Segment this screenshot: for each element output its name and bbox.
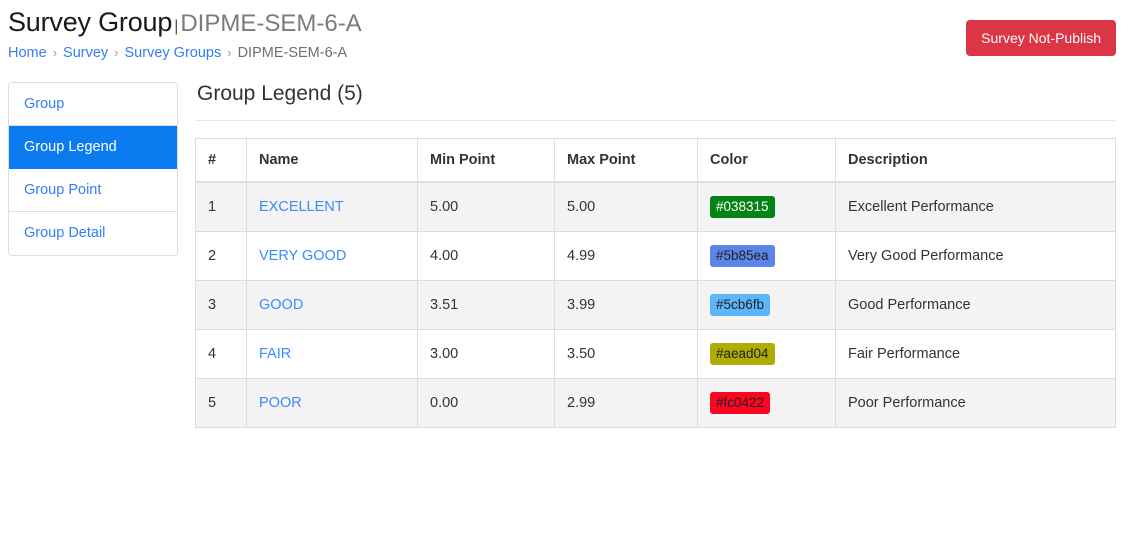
legend-name-link[interactable]: FAIR <box>259 346 291 362</box>
breadcrumb-separator-icon: › <box>227 45 232 60</box>
sidebar-item-group-point[interactable]: Group Point <box>9 169 177 212</box>
color-swatch-badge: #5cb6fb <box>710 294 771 316</box>
breadcrumb: Home › Survey › Survey Groups › DIPME-SEM-6-A <box>8 44 347 62</box>
cell-name: POOR <box>246 378 418 428</box>
breadcrumb-item-survey[interactable]: Survey <box>63 45 108 61</box>
legend-name-link[interactable]: EXCELLENT <box>259 199 344 215</box>
cell-description: Good Performance <box>835 280 1116 330</box>
column-header-color: Color <box>697 138 836 183</box>
column-header-min-point: Min Point <box>417 138 555 183</box>
group-legend-table: # Name Min Point Max Point Color Descrip… <box>195 138 1116 428</box>
page-title-main: Survey Group <box>8 7 173 37</box>
breadcrumb-separator-icon: › <box>114 45 119 60</box>
cell-name: FAIR <box>246 329 418 379</box>
main-content: Group Legend (5) # Name Min Point Max Po… <box>195 80 1116 428</box>
column-header-max-point: Max Point <box>554 138 698 183</box>
cell-min-point: 4.00 <box>417 231 555 281</box>
cell-description: Very Good Performance <box>835 231 1116 281</box>
cell-name: GOOD <box>246 280 418 330</box>
table-row: 5 POOR 0.00 2.99 #fc0422 Poor Performance <box>195 378 1116 428</box>
breadcrumb-separator-icon: › <box>52 45 58 60</box>
cell-min-point: 5.00 <box>417 181 555 232</box>
breadcrumb-item-home[interactable]: Home <box>8 45 47 61</box>
legend-name-link[interactable]: GOOD <box>259 297 303 313</box>
cell-index: 4 <box>195 329 247 379</box>
cell-min-point: 0.00 <box>417 378 555 428</box>
cell-color: #fc0422 <box>697 378 836 428</box>
sidebar-item-group[interactable]: Group <box>9 83 177 126</box>
cell-name: VERY GOOD <box>246 231 418 281</box>
cell-max-point: 2.99 <box>554 378 698 428</box>
breadcrumb-item-current: DIPME-SEM-6-A <box>237 45 348 61</box>
table-header-row: # Name Min Point Max Point Color Descrip… <box>195 138 1116 183</box>
cell-index: 3 <box>195 280 247 330</box>
sidebar-item-group-detail[interactable]: Group Detail <box>9 212 177 255</box>
breadcrumb-item-survey-groups[interactable]: Survey Groups <box>125 45 222 61</box>
color-swatch-badge: #fc0422 <box>710 392 771 414</box>
table-head: # Name Min Point Max Point Color Descrip… <box>195 138 1116 183</box>
cell-description: Poor Performance <box>835 378 1116 428</box>
legend-name-link[interactable]: VERY GOOD <box>259 248 346 264</box>
panel-title: Group Legend (5) <box>197 82 363 105</box>
page-title-subject: DIPME-SEM-6-A <box>180 10 362 37</box>
cell-index: 1 <box>195 181 247 232</box>
panel-divider <box>195 120 1115 121</box>
page-title: Survey Group |DIPME-SEM-6-A <box>8 4 362 42</box>
column-header-description: Description <box>835 138 1116 183</box>
table-row: 1 EXCELLENT 5.00 5.00 #038315 Excellent Perfo… <box>195 181 1116 232</box>
cell-color: #038315 <box>697 181 836 232</box>
sidebar-item-group-legend[interactable]: Group Legend <box>9 126 177 169</box>
cell-max-point: 5.00 <box>554 181 698 232</box>
cell-color: #aead04 <box>697 329 836 379</box>
cell-max-point: 3.99 <box>554 280 698 330</box>
page-header: Survey Group |DIPME-SEM-6-A Home › Survey › S… <box>0 0 1123 70</box>
cell-description: Excellent Performance <box>835 181 1116 232</box>
cell-min-point: 3.51 <box>417 280 555 330</box>
column-header-index: # <box>195 138 247 183</box>
cell-max-point: 3.50 <box>554 329 698 379</box>
cell-index: 2 <box>195 231 247 281</box>
survey-publish-status-button[interactable]: Survey Not-Publish <box>966 20 1116 56</box>
column-header-name: Name <box>246 138 418 183</box>
color-swatch-badge: #aead04 <box>710 343 775 365</box>
page-root: Survey Group |DIPME-SEM-6-A Home › Survey › S… <box>0 0 1123 556</box>
cell-color: #5b85ea <box>697 231 836 281</box>
table-body: 1 EXCELLENT 5.00 5.00 #038315 Excellent Perfo… <box>195 181 1116 428</box>
cell-description: Fair Performance <box>835 329 1116 379</box>
sidebar-nav: Group Group Legend Group Point Group Det… <box>8 82 178 256</box>
legend-name-link[interactable]: POOR <box>259 395 302 411</box>
table-row: 2 VERY GOOD 4.00 4.99 #5b85ea Very Good Perfo… <box>195 231 1116 281</box>
cell-min-point: 3.00 <box>417 329 555 379</box>
cell-index: 5 <box>195 378 247 428</box>
cell-max-point: 4.99 <box>554 231 698 281</box>
cell-color: #5cb6fb <box>697 280 836 330</box>
color-swatch-badge: #038315 <box>710 196 775 218</box>
color-swatch-badge: #5b85ea <box>710 245 775 267</box>
cell-name: EXCELLENT <box>246 181 418 232</box>
table-row: 4 FAIR 3.00 3.50 #aead04 Fair Performance <box>195 329 1116 379</box>
table-row: 3 GOOD 3.51 3.99 #5cb6fb Good Performance <box>195 280 1116 330</box>
